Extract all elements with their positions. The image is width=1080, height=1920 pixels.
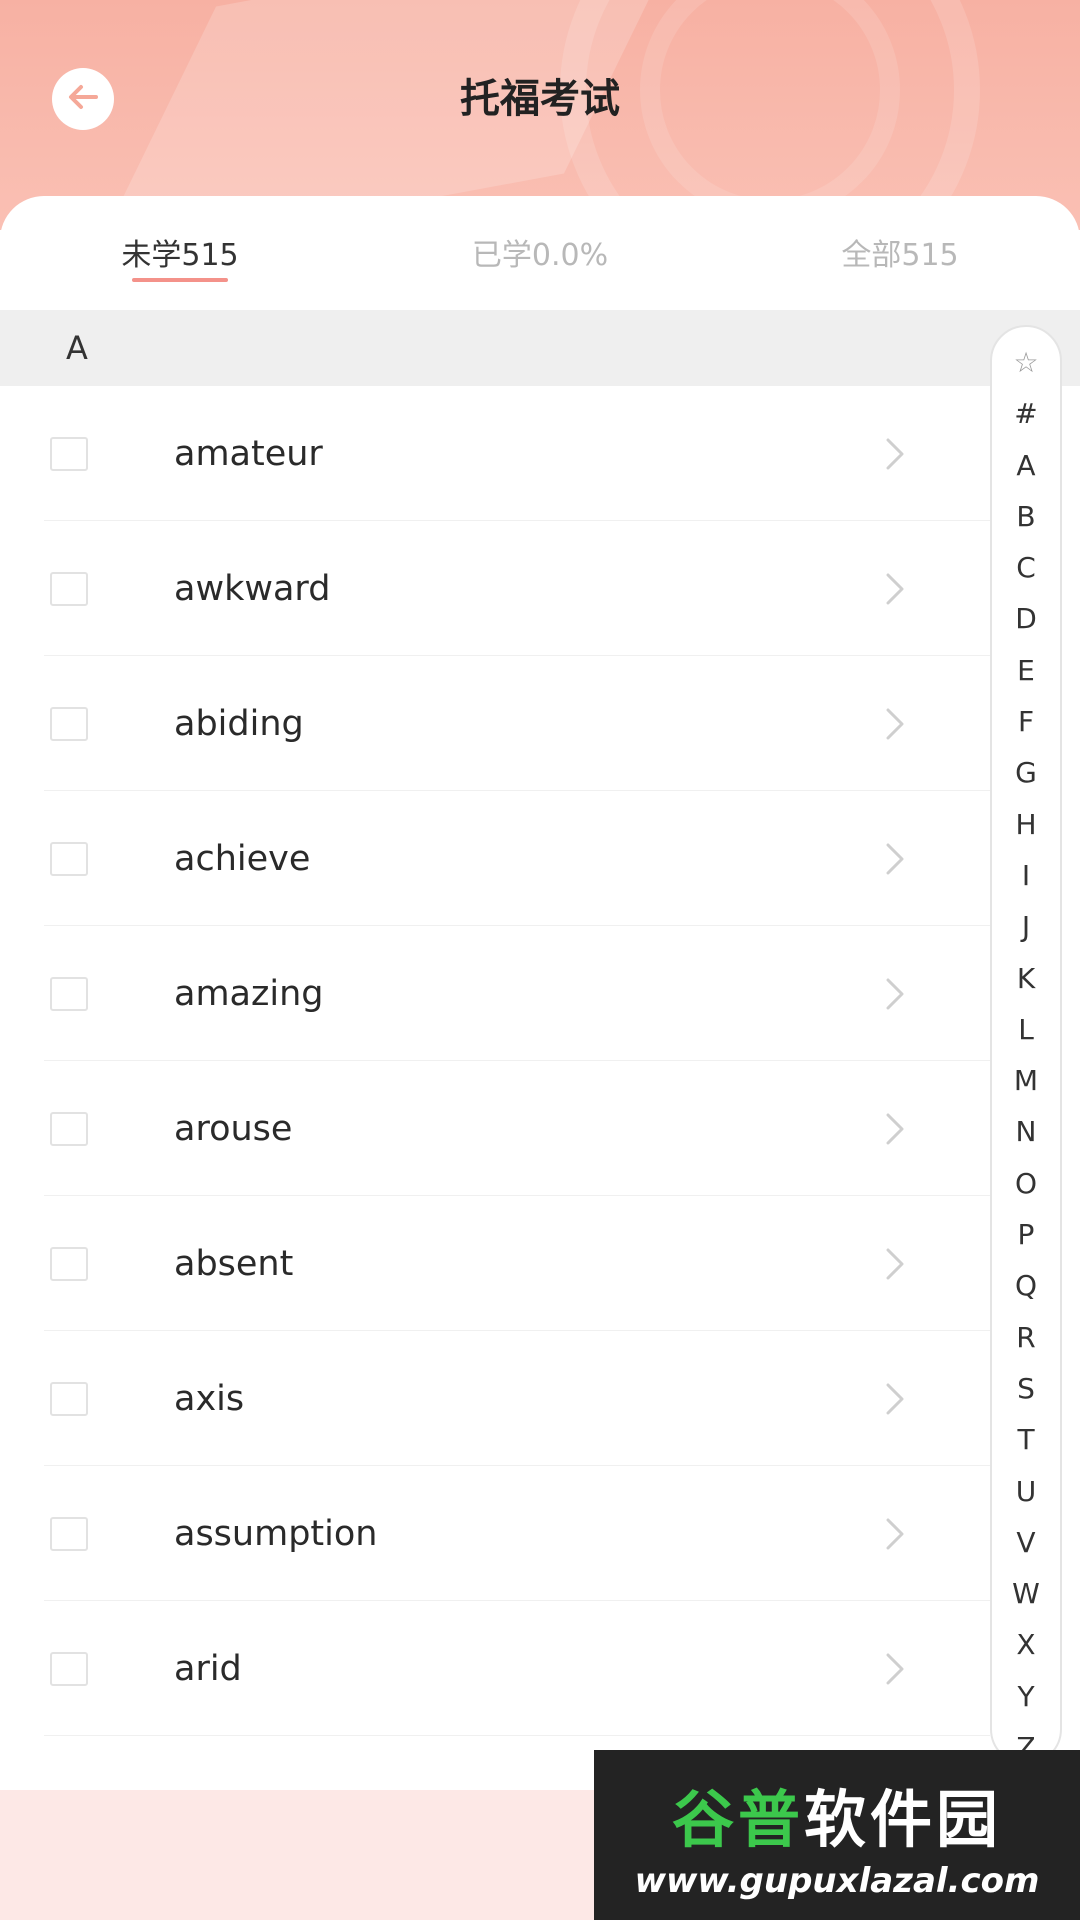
word-row[interactable]: amateur [0,386,990,521]
word-checkbox[interactable] [50,1651,88,1686]
index-letter-v[interactable]: V [1016,1517,1035,1568]
index-letter-y[interactable]: Y [1017,1671,1034,1722]
index-letter-r[interactable]: R [1016,1312,1035,1363]
word-checkbox[interactable] [50,706,88,741]
chevron-right-icon [880,1379,910,1419]
word-row[interactable]: awkward [0,521,990,656]
word-row[interactable]: axis [0,1331,990,1466]
chevron-right-icon [880,569,910,609]
word-checkbox[interactable] [50,841,88,876]
word-row[interactable]: amazing [0,926,990,1061]
word-text: achieve [174,838,311,879]
index-letter-i[interactable]: I [1022,850,1030,901]
index-letter-j[interactable]: J [1022,901,1030,952]
word-checkbox[interactable] [50,436,88,471]
index-letter-s[interactable]: S [1017,1363,1035,1414]
word-row[interactable]: achieve [0,791,990,926]
chevron-right-icon [880,434,910,474]
index-letter-p[interactable]: P [1018,1209,1035,1260]
index-letter-m[interactable]: M [1014,1055,1038,1106]
word-checkbox[interactable] [50,1246,88,1281]
tab-label: 已学0.0% [471,238,609,273]
word-text: arouse [174,1108,293,1149]
tab-learned[interactable]: 已学0.0% [360,196,720,308]
page-title: 托福考试 [460,76,620,122]
word-row[interactable]: arid [0,1601,990,1736]
word-text: arid [174,1648,242,1689]
watermark-brand-white: 软件园 [804,1783,1003,1856]
word-text: amazing [174,973,324,1014]
index-letter-w[interactable]: W [1012,1568,1040,1619]
index-letter-c[interactable]: C [1016,542,1036,593]
tab-label: 未学515 [121,238,239,273]
index-letter-o[interactable]: O [1015,1158,1037,1209]
word-text: awkward [174,568,331,609]
chevron-right-icon [880,974,910,1014]
word-text: amateur [174,433,323,474]
watermark-logo: 谷普软件园 www.gupuxlazal.com [594,1750,1080,1920]
index-letter-a[interactable]: A [1016,440,1035,491]
watermark-brand-green: 谷普 [671,1783,804,1856]
chevron-right-icon [880,1109,910,1149]
tab-unlearned[interactable]: 未学515 [0,196,360,308]
word-row[interactable]: abiding [0,656,990,791]
active-tab-indicator [132,278,228,282]
chevron-right-icon [880,704,910,744]
watermark-url: www.gupuxlazal.com [634,1861,1040,1901]
word-row[interactable]: absent [0,1196,990,1331]
index-letter-g[interactable]: G [1015,747,1037,798]
section-header: A [0,310,1080,386]
word-text: absent [174,1243,294,1284]
index-hash[interactable]: # [1014,388,1037,439]
word-checkbox[interactable] [50,976,88,1011]
chevron-right-icon [880,1514,910,1554]
index-letter-b[interactable]: B [1016,491,1035,542]
chevron-right-icon [880,1649,910,1689]
section-letter: A [66,329,88,367]
word-checkbox[interactable] [50,571,88,606]
index-letter-t[interactable]: T [1017,1414,1034,1465]
word-row[interactable]: arouse [0,1061,990,1196]
word-checkbox[interactable] [50,1381,88,1416]
index-letter-k[interactable]: K [1017,953,1035,1004]
index-letter-l[interactable]: L [1018,1004,1034,1055]
word-text: abiding [174,703,304,744]
word-text: assumption [174,1513,378,1554]
index-star[interactable]: ☆ [1013,337,1038,388]
index-letter-f[interactable]: F [1018,696,1034,747]
tab-all[interactable]: 全部515 [720,196,1080,308]
word-checkbox[interactable] [50,1516,88,1551]
alphabet-index[interactable]: ☆ # A B C D E F G H I J K L M N O P Q R … [990,325,1062,1765]
watermark-brand: 谷普软件园 [672,1769,1002,1859]
index-letter-x[interactable]: X [1016,1619,1035,1670]
index-letter-e[interactable]: E [1017,645,1035,696]
content-card: 未学515 已学0.0% 全部515 A amateur awkward abi… [0,196,1080,1796]
tab-label: 全部515 [841,238,959,273]
index-letter-q[interactable]: Q [1015,1260,1037,1311]
word-list: amateur awkward abiding achieve amazing … [0,386,990,1736]
index-letter-u[interactable]: U [1016,1466,1037,1517]
index-letter-h[interactable]: H [1015,799,1036,850]
word-text: axis [174,1378,245,1419]
tab-bar: 未学515 已学0.0% 全部515 [0,196,1080,308]
chevron-right-icon [880,839,910,879]
index-letter-n[interactable]: N [1016,1106,1037,1157]
chevron-right-icon [880,1244,910,1284]
word-checkbox[interactable] [50,1111,88,1146]
word-row[interactable]: assumption [0,1466,990,1601]
index-letter-d[interactable]: D [1015,593,1037,644]
